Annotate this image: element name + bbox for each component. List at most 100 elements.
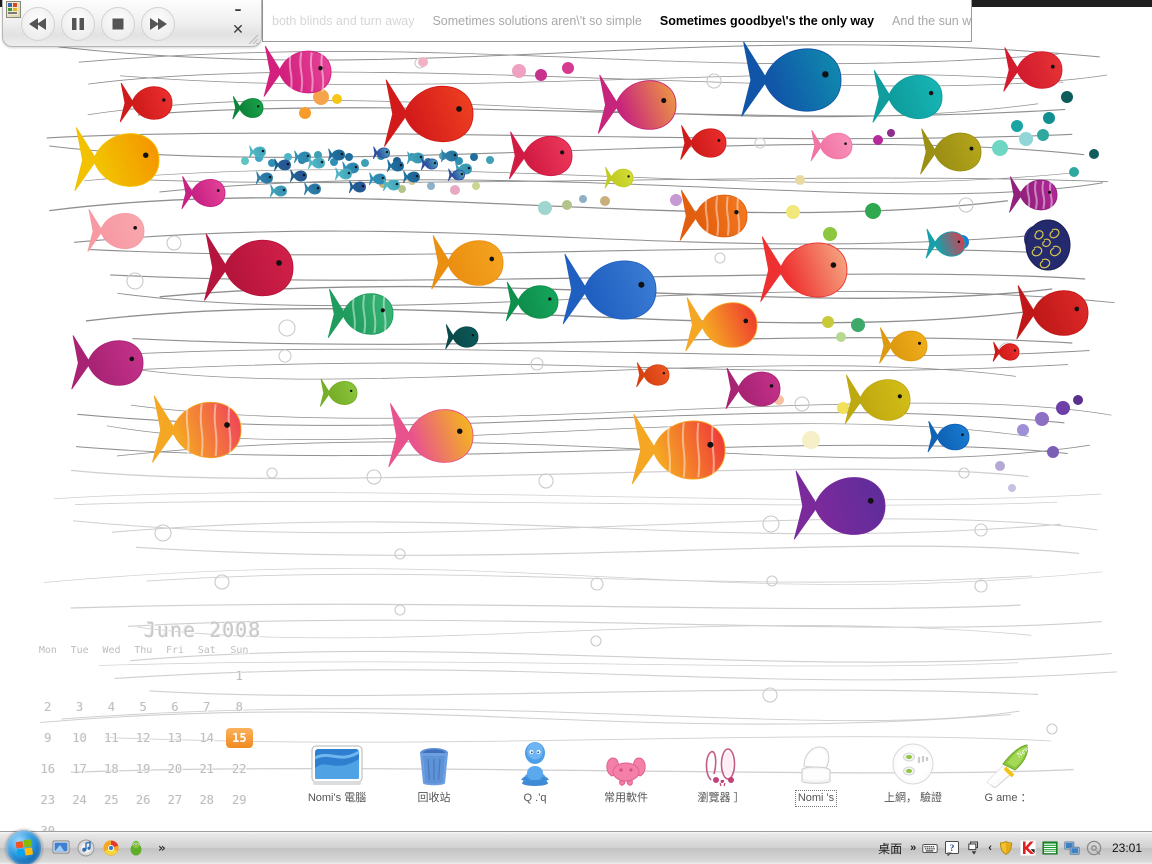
calendar-weekday: Sun: [230, 645, 249, 656]
desktop-icon-label: 上網， 驗證: [883, 792, 943, 804]
show-desktop-icon[interactable]: [52, 839, 70, 857]
bubble-dot: [822, 316, 834, 328]
fish-eye: [638, 281, 645, 288]
desktop-icon-label: 回收站: [417, 792, 451, 804]
calendar-day[interactable]: 8: [223, 691, 256, 722]
calendar-day[interactable]: 13: [159, 722, 191, 753]
calendar-day-empty: [96, 660, 128, 691]
close-button[interactable]: ✕: [229, 22, 247, 38]
lyric-line: And the sun will set for you: [892, 13, 972, 28]
calendar-day[interactable]: 23: [32, 784, 64, 815]
disc-icon[interactable]: [1086, 840, 1102, 856]
bubble-dot: [1047, 446, 1059, 458]
bubble-dot: [837, 402, 849, 414]
rewind-button[interactable]: [21, 7, 55, 41]
calendar-day[interactable]: 9: [32, 722, 64, 753]
calendar-day[interactable]: 19: [127, 753, 159, 784]
lyrics-bar[interactable]: both blinds and turn away Sometimes solut…: [262, 0, 972, 42]
calendar-day[interactable]: 11: [96, 722, 128, 753]
rewind-icon: [29, 18, 46, 30]
help-icon[interactable]: ?: [944, 840, 960, 856]
desktop-icon-1[interactable]: 回收站: [391, 736, 477, 806]
desktop-icon-label: Nomi's 電腦: [307, 792, 367, 804]
calendar-day[interactable]: 18: [96, 753, 128, 784]
minimize-button[interactable]: –: [229, 2, 247, 18]
calendar-day[interactable]: 25: [96, 784, 128, 815]
bubble-dot: [450, 185, 460, 195]
fish-eye: [385, 150, 389, 154]
calendar-day[interactable]: 5: [127, 691, 159, 722]
kaspersky-icon[interactable]: [1020, 840, 1036, 856]
bubble-dot: [299, 107, 311, 119]
calendar-day[interactable]: 3: [64, 691, 96, 722]
media-player-icon[interactable]: [77, 839, 95, 857]
desktop-icon-3[interactable]: 常用軟件: [583, 736, 669, 806]
bubble-dot: [1069, 167, 1079, 177]
qq-penguin-icon[interactable]: [127, 839, 145, 857]
calendar-day[interactable]: 24: [64, 784, 96, 815]
calendar-day[interactable]: 26: [127, 784, 159, 815]
fish-eye: [453, 153, 457, 157]
calendar-day[interactable]: 17: [64, 753, 96, 784]
tray-toolbar-chevron[interactable]: »: [910, 842, 916, 854]
fish-eye: [1050, 64, 1055, 69]
fish-eye: [548, 297, 552, 301]
calendar-day-today[interactable]: 15: [223, 722, 256, 753]
desktop-icon-0[interactable]: Nomi's 電腦: [294, 736, 380, 806]
calendar-day[interactable]: 21: [191, 753, 223, 784]
fish-eye: [433, 161, 437, 165]
network-icon[interactable]: [1064, 840, 1080, 856]
calendar-day[interactable]: 16: [32, 753, 64, 784]
recycle-bin-icon: [391, 736, 477, 788]
fast-forward-button[interactable]: [141, 7, 175, 41]
calendar-day[interactable]: 6: [159, 691, 191, 722]
desktop-calendar-widget[interactable]: June 2008 Mon Tue Wed Thu Fri Sat Sun 12345678…: [32, 618, 282, 846]
bubble-dot: [486, 156, 494, 164]
pause-button[interactable]: [61, 7, 95, 41]
fish-eye: [286, 162, 290, 166]
calendar-day[interactable]: 28: [191, 784, 223, 815]
show-hidden-icons-chevron[interactable]: ‹: [988, 842, 992, 854]
calendar-day[interactable]: 10: [64, 722, 96, 753]
stop-icon: [112, 18, 124, 30]
fish-eye: [1013, 349, 1017, 352]
desktop-icon-7[interactable]: News G ame ：: [965, 736, 1051, 806]
desktop-icon-4[interactable]: 瀏覽器 ］: [678, 736, 764, 806]
taskbar-clock[interactable]: 23:01: [1108, 841, 1148, 855]
fish-eye: [361, 184, 365, 188]
calendar-day[interactable]: 12: [127, 722, 159, 753]
keyboard-ime-icon[interactable]: [922, 840, 938, 856]
fish-eye: [830, 262, 837, 268]
fish-eye: [257, 105, 260, 108]
bubble-dot: [472, 182, 480, 190]
calendar-day[interactable]: 14: [191, 722, 223, 753]
desktop-icon-5[interactable]: Nomi 's: [773, 736, 859, 807]
quicklaunch-expand-chevron[interactable]: »: [158, 841, 166, 855]
calendar-day[interactable]: 4: [96, 691, 128, 722]
browser-icon[interactable]: [102, 839, 120, 857]
desktop-icon-6[interactable]: 上網， 驗證: [870, 736, 956, 806]
calendar-weekday: Fri: [165, 645, 185, 656]
bubble-dot: [786, 205, 800, 219]
system-tray: 桌面 » ? ‹ 23:01: [876, 832, 1148, 864]
calendar-day[interactable]: 7: [191, 691, 223, 722]
tray-toolbar-label[interactable]: 桌面: [876, 840, 904, 857]
fish-eye: [224, 422, 230, 428]
calendar-day[interactable]: 1: [223, 660, 256, 691]
stop-button[interactable]: [101, 7, 135, 41]
window-switch-icon[interactable]: [966, 840, 982, 856]
resize-grip[interactable]: [247, 32, 259, 45]
bubble-dot: [1008, 484, 1016, 492]
calendar-day[interactable]: 2: [32, 691, 64, 722]
start-button[interactable]: [6, 830, 42, 864]
calendar-day[interactable]: 22: [223, 753, 256, 784]
calendar-day[interactable]: 27: [159, 784, 191, 815]
shield-icon[interactable]: [998, 840, 1014, 856]
bubble-dot: [823, 227, 837, 241]
media-player-window[interactable]: – ✕: [2, 0, 262, 47]
calendar-day[interactable]: 20: [159, 753, 191, 784]
calendar-day[interactable]: 29: [223, 784, 256, 815]
desktop-icon-label: Q .'q: [523, 792, 547, 804]
green-list-icon[interactable]: [1042, 840, 1058, 856]
desktop-icon-2[interactable]: Q .'q: [492, 736, 578, 806]
